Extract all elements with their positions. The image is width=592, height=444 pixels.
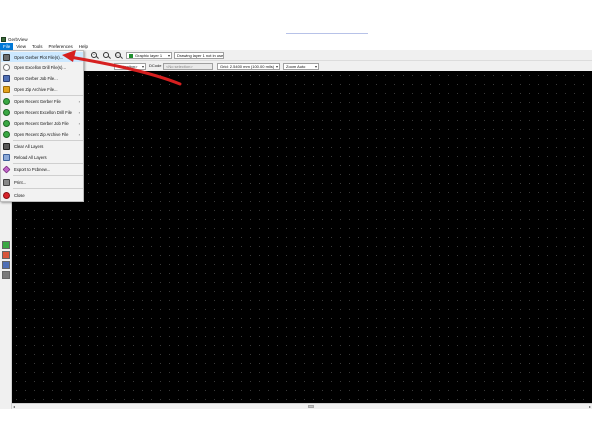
- gerber-job-icon: [3, 74, 10, 82]
- app-icon: [1, 37, 6, 42]
- menu-item-recent-gerber-job[interactable]: Open Recent Gerber Job File ›: [1, 118, 83, 128]
- decorative-top-line: [286, 33, 368, 34]
- submenu-arrow-icon: ›: [78, 98, 80, 104]
- recent-gerber-icon: [3, 97, 10, 105]
- menu-preferences[interactable]: Preferences: [45, 43, 75, 50]
- print-icon: [3, 178, 10, 186]
- export-pcbnew-icon: [2, 165, 11, 173]
- dcode-combo-label: <No selection>: [166, 64, 193, 69]
- menu-item-open-gerber-job[interactable]: Open Gerber Job File...: [1, 73, 83, 83]
- menu-item-reload-all-layers[interactable]: Reload All Layers: [1, 152, 83, 162]
- menu-item-recent-zip-archive[interactable]: Open Recent Zip Archive File ›: [1, 129, 83, 139]
- menu-item-close[interactable]: Close: [1, 190, 83, 200]
- zoom-selection-icon[interactable]: □: [114, 51, 122, 59]
- file-menu-dropdown: Open Gerber Plot File(s)... Open Excello…: [0, 50, 84, 202]
- layer-color-swatch: [129, 53, 133, 58]
- menu-bar: File View Tools Preferences Help: [0, 43, 592, 50]
- scroll-right-icon[interactable]: ▸: [589, 404, 591, 409]
- menu-item-open-gerber-plot[interactable]: Open Gerber Plot File(s)...: [1, 52, 83, 62]
- dcode-combo[interactable]: <No selection>: [163, 63, 213, 70]
- recent-job-icon: [3, 119, 10, 127]
- grid-combo[interactable]: Grid: 2.5400 mm (100.00 mils) ▾: [217, 63, 280, 70]
- layers-icon[interactable]: [2, 241, 10, 249]
- menu-item-recent-excellon-drill[interactable]: Open Recent Excellon Drill File ›: [1, 107, 83, 117]
- chevron-down-icon: ▾: [141, 64, 144, 69]
- menu-file[interactable]: File: [0, 43, 14, 50]
- menu-item-export-pcbnew[interactable]: Export to Pcbnew...: [1, 164, 83, 174]
- dcode-label: DCode: [149, 63, 162, 68]
- selection-combo-label: <selection>: [117, 64, 138, 69]
- flashed-items-icon[interactable]: [2, 251, 10, 259]
- clear-layers-icon: [3, 142, 10, 150]
- zoom-fit-icon[interactable]: [102, 51, 110, 59]
- lines-sketch-icon[interactable]: [2, 261, 10, 269]
- title-bar: GerbView: [0, 36, 592, 43]
- chevron-down-icon: ▾: [314, 64, 317, 69]
- zip-archive-icon: [3, 85, 10, 93]
- menu-item-open-excellon-drill[interactable]: Open Excellon Drill File(s)...: [1, 62, 83, 72]
- menu-item-clear-all-layers[interactable]: Clear All Layers: [1, 141, 83, 151]
- secondary-toolbar: <selection> ▾ DCode <No selection> Grid:…: [84, 61, 592, 71]
- menu-view[interactable]: View: [13, 43, 29, 50]
- menu-tools[interactable]: Tools: [29, 43, 46, 50]
- submenu-arrow-icon: ›: [78, 120, 80, 126]
- menu-separator: [13, 175, 83, 176]
- drawing-layer-label: Drawing layer 1 not in use: [177, 53, 224, 58]
- submenu-arrow-icon: ›: [78, 109, 80, 115]
- zoom-combo[interactable]: Zoom Auto ▾: [283, 63, 319, 70]
- close-icon: [3, 191, 10, 199]
- menu-help[interactable]: Help: [76, 43, 91, 50]
- window-title: GerbView: [8, 37, 28, 42]
- menu-item-recent-gerber[interactable]: Open Recent Gerber File ›: [1, 96, 83, 106]
- layer-select-label: Graphic layer 1: [135, 53, 163, 58]
- menu-item-open-zip-archive[interactable]: Open Zip Archive File...: [1, 84, 83, 94]
- chevron-down-icon: ▾: [167, 53, 170, 58]
- gerber-plot-icon: [3, 53, 10, 61]
- recent-drill-icon: [3, 108, 10, 116]
- menu-item-print[interactable]: Print...: [1, 177, 83, 187]
- scroll-thumb[interactable]: [308, 405, 314, 408]
- polygons-sketch-icon[interactable]: [2, 271, 10, 279]
- zoom-out-icon[interactable]: −: [90, 51, 98, 59]
- menu-separator: [13, 188, 83, 189]
- drawing-canvas[interactable]: [12, 71, 592, 403]
- chevron-down-icon: ▾: [275, 64, 278, 69]
- gerbview-window: GerbView File View Tools Preferences Hel…: [0, 36, 592, 409]
- scroll-left-icon[interactable]: ◂: [13, 404, 15, 409]
- recent-zip-icon: [3, 130, 10, 138]
- grid-combo-label: Grid: 2.5400 mm (100.00 mils): [220, 64, 275, 69]
- drawing-layer-field[interactable]: Drawing layer 1 not in use: [174, 52, 224, 59]
- drill-file-icon: [3, 63, 10, 71]
- reload-layers-icon: [3, 153, 10, 161]
- selection-combo[interactable]: <selection> ▾: [114, 63, 146, 70]
- zoom-combo-label: Zoom Auto: [286, 64, 306, 69]
- submenu-arrow-icon: ›: [78, 131, 80, 137]
- layer-select[interactable]: Graphic layer 1 ▾: [126, 52, 172, 59]
- horizontal-scrollbar[interactable]: ◂ ▸: [12, 403, 592, 409]
- main-toolbar: − □ Graphic layer 1 ▾ Drawing layer 1 no…: [84, 50, 592, 61]
